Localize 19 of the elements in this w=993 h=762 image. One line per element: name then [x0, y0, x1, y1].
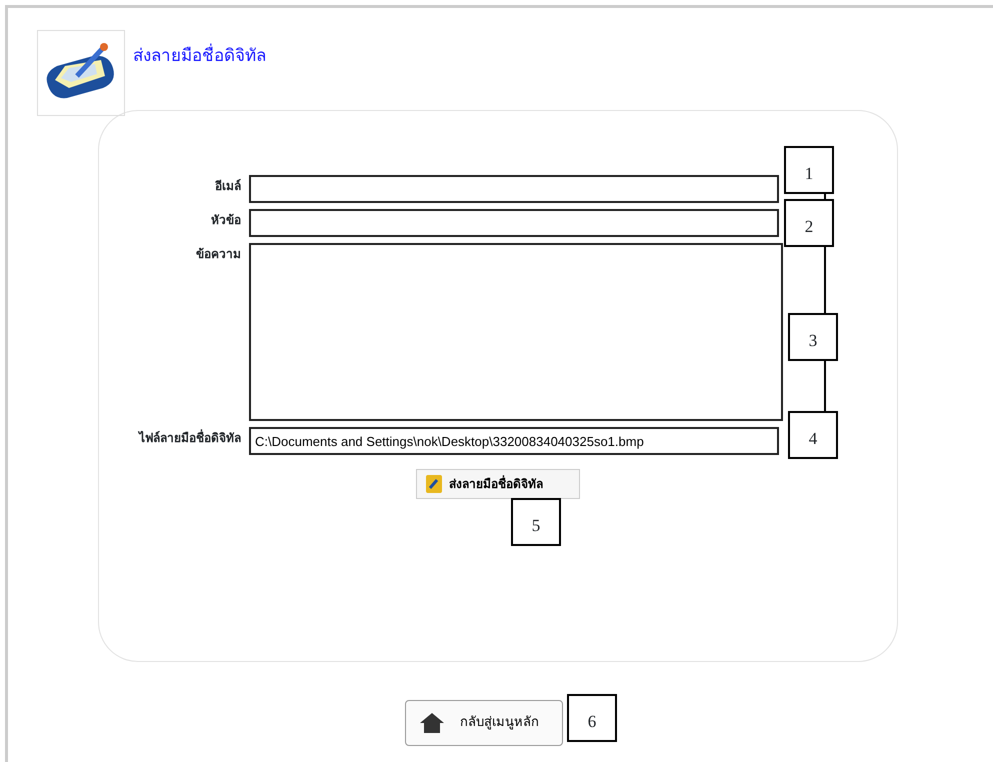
message-field[interactable]: [249, 243, 783, 421]
field-label: หัวข้อ: [210, 212, 241, 229]
field-label: ข้อความ: [195, 246, 241, 263]
field-label: ไฟล์ลายมือชื่อดิจิทัล: [137, 428, 241, 447]
callout-number: 4: [788, 411, 838, 459]
file-path-field[interactable]: C:\Documents and Settings\nok\Desktop\33200834040325so1.bmp: [249, 427, 779, 455]
callout-number: 5: [511, 498, 561, 546]
input-field[interactable]: [249, 175, 779, 203]
house-icon: [418, 711, 446, 735]
document-icon: [425, 474, 443, 494]
back-to-menu-button[interactable]: กลับสู่เมนูหลัก: [405, 700, 563, 746]
callout-number: 6: [567, 694, 617, 742]
input-field[interactable]: [249, 209, 779, 237]
callout-number: 3: [788, 313, 838, 361]
field-label: อีเมล์: [214, 178, 241, 195]
callout-number: 2: [784, 199, 834, 247]
send-signature-button[interactable]: ส่งลายมือชื่อดิจิทัล: [416, 469, 580, 499]
page-title: ส่งลายมือชื่อดิจิทัล: [133, 44, 266, 70]
callout-number: 1: [784, 146, 834, 194]
